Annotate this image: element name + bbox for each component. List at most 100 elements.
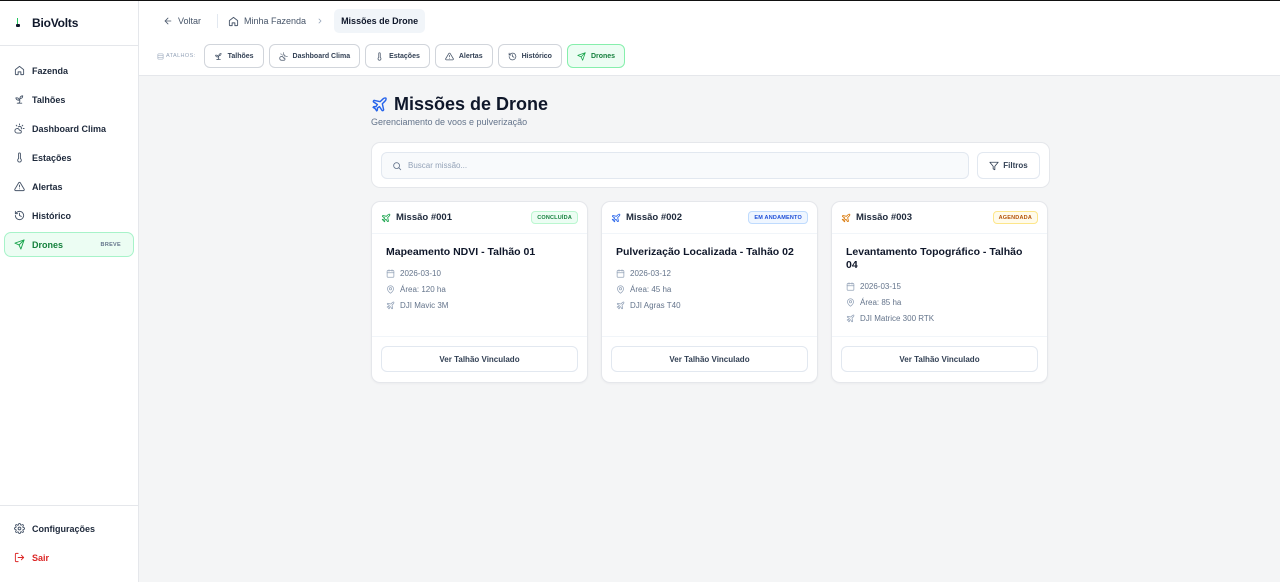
mission-area: Área: 120 ha bbox=[386, 283, 573, 295]
mission-card-header: Missão #003 AGENDADA bbox=[832, 202, 1047, 234]
calendar-icon bbox=[616, 268, 625, 278]
plane-icon bbox=[611, 213, 621, 223]
mission-card-body: Pulverização Localizada - Talhão 02 2026… bbox=[602, 234, 817, 311]
home-icon bbox=[13, 65, 25, 77]
logout-button[interactable]: Sair bbox=[4, 545, 135, 570]
sidebar-item-drones[interactable]: Drones BREVE bbox=[4, 232, 134, 257]
plane-icon bbox=[846, 314, 855, 323]
thermometer-icon bbox=[13, 152, 25, 164]
mission-date: 2026-03-10 bbox=[386, 267, 573, 279]
top-bar: Voltar Minha Fazenda Missões de Drone AT… bbox=[139, 1, 1280, 76]
mission-card: Missão #001 CONCLUÍDA Mapeamento NDVI - … bbox=[371, 201, 588, 383]
send-icon bbox=[577, 51, 586, 61]
sidebar-item-alertas[interactable]: Alertas bbox=[4, 174, 134, 199]
mission-drone-value: DJI Mavic 3M bbox=[400, 300, 449, 310]
filter-icon bbox=[989, 161, 999, 171]
mission-card-footer: Ver Talhão Vinculado bbox=[372, 336, 587, 382]
sidebar-nav: Fazenda Talhões Dashboard Clima Estações… bbox=[0, 46, 138, 257]
shortcut-dashboard-clima[interactable]: Dashboard Clima bbox=[268, 44, 361, 68]
settings-button[interactable]: Configurações bbox=[4, 516, 135, 541]
sidebar-item-estacoes[interactable]: Estações bbox=[4, 145, 134, 170]
page-header: Missões de Drone Gerenciamento de voos e… bbox=[371, 94, 548, 127]
back-button[interactable]: Voltar bbox=[157, 16, 207, 26]
mission-card: Missão #002 EM ANDAMENTO Pulverização Lo… bbox=[601, 201, 818, 383]
shortcuts-label-text: ATALHOS: bbox=[166, 53, 196, 59]
breadcrumb-home-label: Minha Fazenda bbox=[244, 16, 307, 26]
plane-icon bbox=[381, 213, 391, 223]
alert-triangle-icon bbox=[13, 181, 25, 193]
sidebar-item-label: Dashboard Clima bbox=[32, 123, 107, 134]
shortcut-label: Talhões bbox=[227, 52, 254, 60]
app-name: BioVolts bbox=[32, 16, 79, 30]
mission-card-body: Levantamento Topográfico - Talhão 04 202… bbox=[832, 234, 1047, 324]
search-panel: Filtros bbox=[371, 142, 1050, 188]
shortcut-estacoes[interactable]: Estações bbox=[365, 44, 430, 68]
shortcut-label: Estações bbox=[389, 52, 420, 60]
shortcut-talhoes[interactable]: Talhões bbox=[203, 44, 264, 68]
mission-date-value: 2026-03-12 bbox=[630, 268, 671, 278]
view-linked-plot-button[interactable]: Ver Talhão Vinculado bbox=[841, 346, 1038, 372]
mission-card: Missão #003 AGENDADA Levantamento Topogr… bbox=[831, 201, 1048, 383]
sidebar-item-dashboard-clima[interactable]: Dashboard Clima bbox=[4, 116, 134, 141]
mission-drone-value: DJI Agras T40 bbox=[630, 300, 681, 310]
grid-icon bbox=[157, 53, 164, 60]
mission-area-value: Área: 45 ha bbox=[630, 284, 672, 294]
search-input[interactable] bbox=[408, 161, 948, 170]
view-linked-plot-button[interactable]: Ver Talhão Vinculado bbox=[381, 346, 578, 372]
cloud-sun-icon bbox=[13, 123, 25, 135]
shortcut-label: Dashboard Clima bbox=[292, 52, 351, 60]
mission-date-value: 2026-03-15 bbox=[860, 281, 901, 291]
mission-area: Área: 85 ha bbox=[846, 296, 1033, 308]
search-box[interactable] bbox=[381, 152, 969, 179]
history-icon bbox=[13, 210, 25, 222]
back-label: Voltar bbox=[178, 16, 202, 26]
sidebar: BioVolts Fazenda Talhões Dashboard Clima… bbox=[0, 1, 139, 582]
mission-date: 2026-03-15 bbox=[846, 280, 1033, 292]
mission-drone: DJI Mavic 3M bbox=[386, 299, 573, 311]
view-linked-plot-button[interactable]: Ver Talhão Vinculado bbox=[611, 346, 808, 372]
brand: BioVolts bbox=[0, 1, 138, 46]
shortcut-label: Drones bbox=[590, 52, 616, 60]
sidebar-item-label: Drones bbox=[32, 239, 64, 250]
shortcut-label: Alertas bbox=[458, 52, 483, 60]
page-title-text: Missões de Drone bbox=[394, 94, 549, 114]
sprout-icon bbox=[214, 52, 223, 61]
sidebar-item-label: Estações bbox=[32, 152, 72, 163]
mission-card-footer: Ver Talhão Vinculado bbox=[602, 336, 817, 382]
mission-id: Missão #002 bbox=[626, 212, 682, 223]
sidebar-item-fazenda[interactable]: Fazenda bbox=[4, 58, 134, 83]
mission-card-header: Missão #001 CONCLUÍDA bbox=[372, 202, 587, 234]
thermometer-icon bbox=[375, 51, 384, 61]
mission-title: Levantamento Topográfico - Talhão 04 bbox=[846, 246, 1023, 271]
gear-icon bbox=[13, 523, 25, 535]
mission-title: Mapeamento NDVI - Talhão 01 bbox=[386, 246, 536, 258]
mission-card-footer: Ver Talhão Vinculado bbox=[832, 336, 1047, 382]
map-pin-icon bbox=[846, 297, 855, 307]
shortcut-drones[interactable]: Drones bbox=[566, 44, 626, 68]
biovolts-logo-icon bbox=[16, 18, 20, 28]
sidebar-item-historico[interactable]: Histórico bbox=[4, 203, 134, 228]
mission-drone: DJI Matrice 300 RTK bbox=[846, 312, 1033, 324]
shortcut-historico[interactable]: Histórico bbox=[497, 44, 562, 68]
sidebar-item-label: Fazenda bbox=[32, 65, 69, 76]
plane-icon bbox=[841, 213, 851, 223]
breadcrumb-home-link[interactable]: Minha Fazenda bbox=[228, 16, 306, 27]
status-badge: EM ANDAMENTO bbox=[748, 211, 808, 224]
breadcrumb-divider bbox=[217, 14, 219, 28]
mission-area-value: Área: 85 ha bbox=[860, 297, 902, 307]
breadcrumb-current: Missões de Drone bbox=[334, 9, 426, 33]
cloud-sun-icon bbox=[278, 51, 288, 61]
mission-card-body: Mapeamento NDVI - Talhão 01 2026-03-10 Á… bbox=[372, 234, 587, 311]
status-badge: CONCLUÍDA bbox=[531, 211, 578, 224]
sidebar-item-talhoes[interactable]: Talhões bbox=[4, 87, 134, 112]
mission-card-header: Missão #002 EM ANDAMENTO bbox=[602, 202, 817, 234]
mission-id: Missão #003 bbox=[856, 212, 912, 223]
filters-button[interactable]: Filtros bbox=[977, 152, 1040, 179]
filters-label: Filtros bbox=[1003, 161, 1028, 170]
coming-soon-badge: BREVE bbox=[100, 241, 121, 248]
map-pin-icon bbox=[616, 284, 625, 294]
shortcut-alertas[interactable]: Alertas bbox=[434, 44, 493, 68]
calendar-icon bbox=[846, 281, 855, 291]
mission-area: Área: 45 ha bbox=[616, 283, 803, 295]
sidebar-footer: Configurações Sair bbox=[0, 505, 139, 582]
